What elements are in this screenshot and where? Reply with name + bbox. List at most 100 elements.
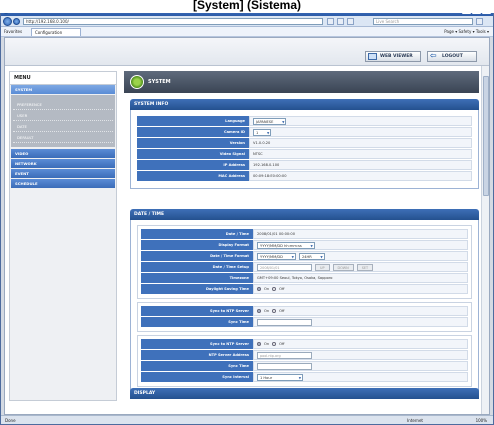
- gear-icon: [130, 75, 144, 89]
- video-signal-row: Video Signal NTSC: [137, 149, 472, 159]
- language-row: Language JAPANESE: [137, 116, 472, 126]
- back-icon[interactable]: [3, 17, 12, 26]
- display-format-row: Display Format YYYY/MM/DD hh:mm:ss: [141, 240, 468, 250]
- system-time-value: 2008/01/01 00:00:00: [253, 229, 468, 239]
- refresh-icon[interactable]: [337, 18, 344, 25]
- sidebar: MENU SYSTEM PREFERENCE USER DATE DEFAULT…: [9, 71, 117, 401]
- ntp-period-label: Sync Interval: [141, 372, 253, 382]
- sync-interval-label: Sync Time: [141, 317, 253, 327]
- sync-interval-row: Sync Time: [141, 317, 468, 327]
- system-info-body: Language JAPANESE Camera ID 1 Version V1…: [130, 110, 479, 189]
- monitor-icon: [368, 53, 377, 60]
- date-time-group: Date / Time 2008/01/01 00:00:00 Display …: [137, 225, 472, 299]
- hour-format-select[interactable]: 24HR: [298, 252, 325, 260]
- compat-view-icon[interactable]: [327, 18, 334, 25]
- ntp-off-radio[interactable]: [272, 342, 277, 346]
- sidebar-subitem-user[interactable]: USER: [13, 110, 113, 121]
- date-time-section: DATE / TIME Date / Time 2008/01/01 00:00…: [130, 209, 479, 391]
- zoom-level[interactable]: 100%: [476, 416, 487, 425]
- display-format-select[interactable]: YYYY/MM/DD hh:mm:ss: [257, 241, 315, 249]
- system-submenu: PREFERENCE USER DATE DEFAULT: [11, 95, 115, 147]
- page-title: SYSTEM: [148, 79, 171, 85]
- logout-label: LOGOUT: [442, 54, 463, 59]
- mac-address-row: MAC Address 00:09:18:E0:00:00: [137, 171, 472, 181]
- pc-sync-row: Sync to NTP Server On Off: [141, 306, 468, 316]
- system-info-section: SYSTEM INFO Language JAPANESE Camera ID …: [130, 99, 479, 189]
- search-icon[interactable]: [476, 18, 483, 25]
- sidebar-subitem-default[interactable]: DEFAULT: [13, 132, 113, 143]
- address-input[interactable]: http://192.168.0.100/: [23, 18, 323, 25]
- version-label: Version: [137, 138, 249, 148]
- mac-address-value: 00:09:18:E0:00:00: [249, 171, 472, 181]
- up-button[interactable]: UP: [315, 263, 330, 271]
- favorites-button[interactable]: Favorites: [4, 27, 22, 37]
- page-content: WEB VIEWER ⇦ LOGOUT MENU SYSTEM PREFEREN…: [4, 37, 490, 415]
- ip-address-value: 192.168.0.100: [249, 160, 472, 170]
- timezone-label: Timezone: [141, 273, 253, 283]
- logout-button[interactable]: ⇦ LOGOUT: [427, 51, 477, 62]
- dst-label: Daylight Saving Time: [141, 284, 253, 294]
- ntp-server-input[interactable]: pool.ntp.org: [257, 351, 312, 359]
- scrollbar-thumb[interactable]: [483, 76, 489, 196]
- vertical-scrollbar[interactable]: [481, 66, 489, 414]
- pc-sync-on-radio[interactable]: [257, 309, 261, 313]
- ntp-time-row: Sync Time: [141, 361, 468, 371]
- camera-id-row: Camera ID 1: [137, 127, 472, 137]
- pc-sync-label: Sync to NTP Server: [141, 306, 253, 316]
- web-viewer-label: WEB VIEWER: [380, 54, 413, 59]
- down-button[interactable]: DOWN: [332, 263, 354, 271]
- timezone-value[interactable]: GMT+09:00 Seoul, Tokyo, Osaka, Sapporo: [253, 273, 468, 283]
- logout-icon: ⇦: [430, 51, 437, 60]
- manual-setup-label: Date / Time Setup: [141, 262, 253, 272]
- favorites-bar: Favorites Configuration Page ▾ Safety ▾ …: [1, 27, 493, 37]
- page-title-bar: SYSTEM: [124, 71, 479, 93]
- ntp-period-select[interactable]: 1 Hour: [257, 373, 304, 381]
- camera-id-label: Camera ID: [137, 127, 249, 137]
- system-info-header: SYSTEM INFO: [130, 99, 479, 110]
- set-button[interactable]: SET: [356, 263, 374, 271]
- web-viewer-button[interactable]: WEB VIEWER: [365, 51, 421, 62]
- sidebar-item-video[interactable]: VIDEO: [11, 149, 115, 158]
- forward-icon[interactable]: [13, 18, 20, 25]
- stop-icon[interactable]: [347, 18, 354, 25]
- manual-date-input[interactable]: 2008/01/01: [257, 263, 312, 271]
- sidebar-item-schedule[interactable]: SCHEDULE: [11, 179, 115, 188]
- video-signal-label: Video Signal: [137, 149, 249, 159]
- address-bar-row: http://192.168.0.100/ Live Search: [1, 16, 493, 27]
- pc-sync-off-label: Off: [279, 309, 285, 313]
- command-bar[interactable]: Page ▾ Safety ▾ Tools ▾: [444, 27, 489, 37]
- manual-setup-row: Date / Time Setup 2008/01/01 UP DOWN SET: [141, 262, 468, 272]
- main-panel: SYSTEM SYSTEM INFO Language JAPANESE Cam…: [124, 71, 479, 401]
- search-input[interactable]: Live Search: [373, 18, 473, 25]
- mac-address-label: MAC Address: [137, 171, 249, 181]
- ntp-group: Sync to NTP Server On Off NTP Server Add…: [137, 335, 472, 387]
- dst-on-radio[interactable]: [257, 287, 261, 291]
- ntp-server-label: NTP Server Address: [141, 350, 253, 360]
- tab-configuration[interactable]: Configuration: [31, 28, 82, 36]
- sidebar-subitem-preference[interactable]: PREFERENCE: [13, 99, 113, 110]
- date-format-select[interactable]: YYYY/MM/DD: [257, 252, 296, 260]
- ntp-time-input[interactable]: [257, 362, 312, 370]
- sidebar-item-event[interactable]: EVENT: [11, 169, 115, 178]
- ntp-off-label: Off: [279, 342, 285, 346]
- ip-address-row: IP Address 192.168.0.100: [137, 160, 472, 170]
- date-format-label: Date / Time Format: [141, 251, 253, 261]
- camera-id-select[interactable]: 1: [253, 128, 272, 136]
- sidebar-item-system[interactable]: SYSTEM: [11, 85, 115, 94]
- security-zone: Internet: [407, 418, 423, 423]
- ntp-server-row: NTP Server Address pool.ntp.org: [141, 350, 468, 360]
- sync-interval-input[interactable]: [257, 318, 312, 326]
- sidebar-item-network[interactable]: NETWORK: [11, 159, 115, 168]
- dst-off-radio[interactable]: [272, 287, 277, 291]
- display-section: DISPLAY: [130, 388, 479, 399]
- ntp-on-radio[interactable]: [257, 342, 261, 346]
- ip-address-label: IP Address: [137, 160, 249, 170]
- timezone-row: Timezone GMT+09:00 Seoul, Tokyo, Osaka, …: [141, 273, 468, 283]
- dst-off-label: Off: [279, 287, 285, 291]
- sidebar-subitem-date[interactable]: DATE: [13, 121, 113, 132]
- pc-sync-off-radio[interactable]: [272, 309, 277, 313]
- language-select[interactable]: JAPANESE: [253, 117, 287, 125]
- ntp-on-label: On: [264, 342, 270, 346]
- ntp-time-label: Sync Time: [141, 361, 253, 371]
- system-time-label: Date / Time: [141, 229, 253, 239]
